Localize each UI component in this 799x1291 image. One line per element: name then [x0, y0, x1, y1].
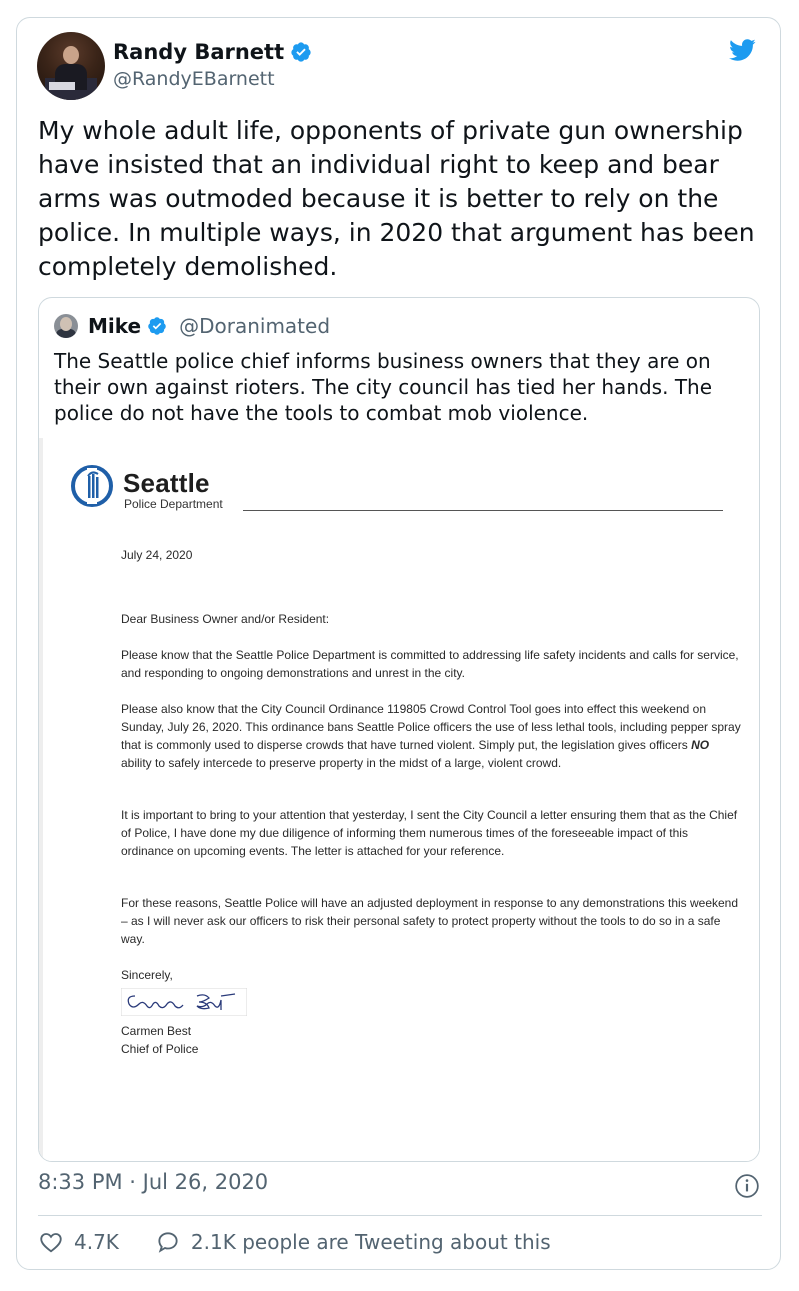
letter-paragraph-1: Please know that the Seattle Police Depa… — [121, 648, 739, 680]
quoted-avatar-head — [60, 317, 72, 331]
like-count: 4.7K — [74, 1230, 119, 1254]
author-name-row[interactable]: Randy Barnett — [113, 40, 312, 64]
letter-date: July 24, 2020 — [121, 548, 193, 562]
quoted-verified-badge-icon — [148, 317, 166, 335]
tweet-text: My whole adult life, opponents of privat… — [38, 116, 755, 281]
quoted-tweet-text: The Seattle police chief informs busines… — [54, 349, 713, 425]
author-avatar[interactable] — [37, 32, 105, 100]
quoted-author-name[interactable]: Mike — [88, 314, 141, 338]
author-name[interactable]: Randy Barnett — [113, 40, 284, 64]
tweet-actions: 4.7K 2.1K people are Tweeting about this — [38, 1229, 551, 1255]
letter-closing: Sincerely, — [121, 968, 173, 982]
heart-icon — [40, 1233, 62, 1253]
info-icon[interactable] — [734, 1173, 760, 1199]
reply-bubble-icon — [158, 1232, 178, 1253]
avatar-nameplate — [49, 82, 75, 90]
quoted-name-row[interactable]: Mike @Doranimated — [88, 314, 330, 338]
letterhead-rule — [243, 510, 723, 511]
letter-salutation: Dear Business Owner and/or Resident: — [121, 612, 330, 626]
like-action[interactable]: 4.7K — [38, 1229, 119, 1255]
letterhead-org: Seattle — [123, 468, 210, 498]
handwritten-signature — [121, 988, 247, 1016]
letter-signer-name: Carmen Best — [121, 1024, 192, 1038]
letter-image[interactable]: Seattle Police Department July 24, 2020 … — [39, 438, 759, 1161]
verified-badge-icon — [291, 42, 311, 62]
letter-signer-title: Chief of Police — [121, 1042, 199, 1056]
letter-paragraph-2-emphasis: NO — [691, 738, 710, 752]
letter-paragraph-2-after: ability to safely intercede to preserve … — [121, 756, 562, 770]
quoted-avatar[interactable] — [54, 314, 78, 338]
tweeting-count-text: 2.1K people are Tweeting about this — [190, 1230, 551, 1254]
author-handle[interactable]: @RandyEBarnett — [113, 68, 275, 90]
seattle-logo-icon — [71, 465, 113, 507]
quoted-tweet[interactable]: Mike @Doranimated The Seattle police chi… — [38, 297, 760, 1162]
tweeting-action[interactable]: 2.1K people are Tweeting about this — [155, 1229, 551, 1255]
tweet-timestamp[interactable]: 8:33 PM · Jul 26, 2020 — [38, 1170, 268, 1194]
letter-paragraph-4: For these reasons, Seattle Police will h… — [121, 896, 739, 946]
quoted-author-handle[interactable]: @Doranimated — [179, 314, 330, 338]
tweet-divider — [38, 1215, 762, 1216]
letter-paragraph-2: Please also know that the City Council O… — [121, 700, 741, 772]
letter-paragraph-3: It is important to bring to your attenti… — [121, 808, 738, 858]
letter-paragraph-2-before: Please also know that the City Council O… — [121, 702, 741, 752]
avatar-head — [63, 46, 79, 64]
tweet-card: Randy Barnett @RandyEBarnett My whole ad… — [16, 17, 781, 1270]
letterhead-dept: Police Department — [124, 497, 223, 511]
letter-image-edge — [39, 438, 43, 1161]
twitter-bird-icon[interactable] — [726, 36, 758, 64]
